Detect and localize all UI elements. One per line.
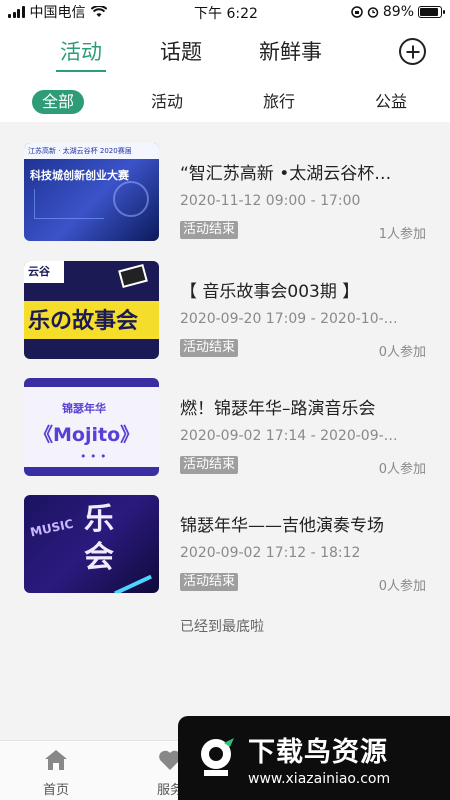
participant-count: 1人参加 <box>378 227 426 242</box>
thumb-caption: 《Mojito》 <box>34 424 140 446</box>
tab-news[interactable]: 新鲜事 <box>259 36 322 66</box>
event-title: “智汇苏高新 •太湖云谷杯… <box>180 164 392 184</box>
category-activity[interactable]: 活动 <box>151 90 183 114</box>
event-time: 2020-11-12 09:00 - 17:00 <box>180 193 361 209</box>
lock-rotation-icon <box>351 6 363 18</box>
watermark-brand: 下载鸟资源 <box>248 736 388 768</box>
participant-count: 0人参加 <box>378 462 426 477</box>
thumb-caption: 科技城创新创业大赛 <box>30 169 129 182</box>
watermark: 下载鸟资源 www.xiazainiao.com <box>178 716 450 800</box>
event-thumbnail: 云谷 乐の故事会 <box>24 261 159 359</box>
status-badge: 活动结束 <box>180 339 239 357</box>
event-list: 江苏高新 · 太湖云谷杯 2020赛届 科技城创新创业大赛 “智汇苏高新 •太湖… <box>0 122 450 740</box>
event-item[interactable]: 云谷 乐の故事会 【 音乐故事会003期 】 2020-09-20 17:09 … <box>0 261 450 365</box>
clock-label: 下午 6:22 <box>194 6 258 22</box>
category-all[interactable]: 全部 <box>32 90 85 114</box>
status-right: 89% <box>351 4 445 20</box>
event-time: 2020-09-02 17:14 - 2020-09-0… <box>180 428 400 444</box>
status-badge: 活动结束 <box>180 456 239 474</box>
status-badge: 活动结束 <box>180 573 239 591</box>
status-left: 中国电信 <box>8 2 107 22</box>
participant-count: 0人参加 <box>378 345 426 360</box>
main-tabs: 活动 话题 新鲜事 <box>0 30 450 74</box>
category-charity[interactable]: 公益 <box>375 90 407 114</box>
watermark-text: 下载鸟资源 www.xiazainiao.com <box>248 730 390 787</box>
signal-icon <box>8 6 25 18</box>
thumb-header: 云谷 <box>24 261 64 283</box>
nav-home-label: 首页 <box>42 783 69 798</box>
battery-icon <box>418 6 445 18</box>
category-travel[interactable]: 旅行 <box>263 90 295 114</box>
end-of-list-text: 已经到最底啦 <box>180 619 264 635</box>
event-title: 【 音乐故事会003期 】 <box>180 282 360 302</box>
bird-logo-icon <box>201 738 234 776</box>
home-icon <box>45 750 67 770</box>
category-filter: 全部 活动 旅行 公益 <box>0 88 450 116</box>
participant-count: 0人参加 <box>378 579 426 594</box>
tab-activities[interactable]: 活动 <box>56 36 106 72</box>
event-title: 燃！锦瑟年华–路演音乐会 <box>180 399 376 419</box>
wifi-icon <box>90 6 107 17</box>
thumb-header: 江苏高新 · 太湖云谷杯 2020赛届 <box>24 143 159 159</box>
thumb-caption: 乐会 <box>84 502 114 575</box>
nav-home[interactable]: 首页 <box>26 749 86 798</box>
event-thumbnail: 江苏高新 · 太湖云谷杯 2020赛届 科技城创新创业大赛 <box>24 143 159 241</box>
event-item[interactable]: 锦瑟年华 《Mojito》 • • • 燃！锦瑟年华–路演音乐会 2020-09… <box>0 378 450 482</box>
status-bar: 中国电信 下午 6:22 89% <box>0 0 450 24</box>
add-button[interactable] <box>399 38 426 65</box>
thumb-caption: 乐の故事会 <box>28 309 139 334</box>
watermark-url: www.xiazainiao.com <box>248 770 391 787</box>
tab-topics[interactable]: 话题 <box>160 36 202 66</box>
event-item[interactable]: 江苏高新 · 太湖云谷杯 2020赛届 科技城创新创业大赛 “智汇苏高新 •太湖… <box>0 143 450 247</box>
thumb-header: MUSIC <box>29 516 75 540</box>
battery-fill <box>420 8 438 16</box>
battery-percent: 89% <box>382 4 414 20</box>
event-time: 2020-09-20 17:09 - 2020-10-1… <box>180 311 400 327</box>
carrier-label: 中国电信 <box>29 5 86 21</box>
status-badge: 活动结束 <box>180 221 239 239</box>
alarm-icon <box>367 7 379 18</box>
thumb-header: 锦瑟年华 <box>62 402 106 415</box>
event-title: 锦瑟年华——吉他演奏专场 <box>180 516 384 536</box>
event-item[interactable]: MUSIC 乐会 锦瑟年华——吉他演奏专场 2020-09-02 17:12 -… <box>0 495 450 599</box>
event-time: 2020-09-02 17:12 - 18:12 <box>180 545 361 561</box>
event-thumbnail: 锦瑟年华 《Mojito》 • • • <box>24 378 159 476</box>
event-thumbnail: MUSIC 乐会 <box>24 495 159 593</box>
